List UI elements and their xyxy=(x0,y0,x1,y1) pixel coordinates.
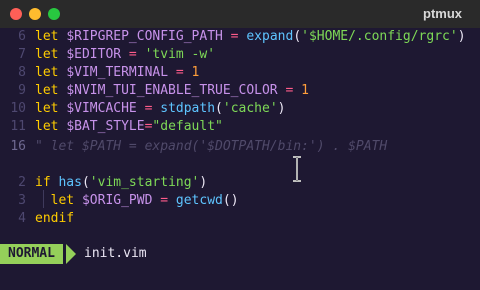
code-token: 'vim_starting' xyxy=(89,175,200,190)
code-token: ( xyxy=(81,175,90,190)
line-number: 6 xyxy=(18,29,26,44)
editor-buffer[interactable]: 6 let $RIPGREP_CONFIG_PATH = expand('$HOM… xyxy=(0,28,480,244)
code-token: ( xyxy=(293,29,302,44)
line-code: let $NVIM_TUI_ENABLE_TRUE_COLOR = 1 xyxy=(35,82,309,100)
code-token: = xyxy=(277,83,302,98)
code-token: let xyxy=(35,47,67,62)
code-token: $VIM_TERMINAL xyxy=(66,65,169,80)
code-token: let xyxy=(35,119,67,134)
status-line: NORMAL init.vim xyxy=(0,244,480,264)
editor-line[interactable]: 7 let $EDITOR = 'tvim -w' xyxy=(0,46,480,64)
editor-line[interactable]: 2 if has('vim_starting') xyxy=(0,174,480,192)
code-token: = xyxy=(136,101,161,116)
code-token: let xyxy=(35,29,67,44)
line-number: 9 xyxy=(18,83,26,98)
file-name: init.vim xyxy=(84,246,147,261)
code-token: 'tvim -w' xyxy=(144,47,216,62)
code-token: "default" xyxy=(152,119,223,134)
code-token: let xyxy=(35,101,67,116)
line-number: 10 xyxy=(10,101,26,116)
code-token: let xyxy=(35,83,67,98)
editor-line[interactable]: 3 let $ORIG_PWD = getcwd() xyxy=(0,192,480,210)
line-number: 3 xyxy=(18,193,26,208)
line-number: 4 xyxy=(18,211,26,226)
editor-line[interactable]: 11 let $BAT_STYLE="default" xyxy=(0,118,480,136)
code-token: expand xyxy=(246,29,294,44)
code-token: $ORIG_PWD xyxy=(81,193,153,208)
line-code: " let $PATH = expand('$DOTPATH/bin:') . … xyxy=(35,138,387,156)
code-token: $VIMCACHE xyxy=(66,101,137,116)
line-number: 2 xyxy=(18,175,26,190)
editor-line[interactable]: 4 endif xyxy=(0,210,480,228)
editor-line[interactable]: 6 let $RIPGREP_CONFIG_PATH = expand('$HOM… xyxy=(0,28,480,46)
code-token: '$HOME/.config/rgrc' xyxy=(301,29,458,44)
code-token: let xyxy=(50,193,82,208)
title-bar[interactable]: ptmux xyxy=(0,0,480,28)
window-title: ptmux xyxy=(423,6,462,21)
code-token: 1 xyxy=(301,83,309,98)
code-token: () xyxy=(222,193,239,208)
code-token: = xyxy=(121,47,145,62)
code-token: if xyxy=(35,175,59,190)
line-code: let $EDITOR = 'tvim -w' xyxy=(35,46,215,64)
editor-line[interactable]: 10 let $VIMCACHE = stdpath('cache') xyxy=(0,100,480,118)
terminal-window: ptmux 6 let $RIPGREP_CONFIG_PATH = expand… xyxy=(0,0,480,290)
line-code: if has('vim_starting') xyxy=(35,174,207,192)
line-number: 16 xyxy=(10,139,26,154)
line-code: let $VIMCACHE = stdpath('cache') xyxy=(35,100,286,118)
mode-indicator: NORMAL xyxy=(0,244,63,264)
line-code: endif xyxy=(35,210,74,228)
code-token: 1 xyxy=(191,65,200,80)
editor-line[interactable]: 8 let $VIM_TERMINAL = 1 xyxy=(0,64,480,82)
code-token: $NVIM_TUI_ENABLE_TRUE_COLOR xyxy=(66,83,278,98)
code-token: getcwd xyxy=(175,193,223,208)
line-code: let $BAT_STYLE="default" xyxy=(35,118,223,136)
code-token: stdpath xyxy=(160,101,216,116)
code-token: ( xyxy=(215,101,223,116)
line-code: let $ORIG_PWD = getcwd() xyxy=(35,192,239,210)
editor-line[interactable]: 16 " let $PATH = expand('$DOTPATH/bin:') … xyxy=(0,138,480,156)
code-token: $BAT_STYLE xyxy=(66,119,145,134)
code-token: " let $PATH = expand('$DOTPATH/bin:') . … xyxy=(35,139,388,154)
code-token: = xyxy=(222,29,247,44)
code-token: endif xyxy=(35,211,75,226)
code-token: $RIPGREP_CONFIG_PATH xyxy=(66,29,223,44)
line-code: let $RIPGREP_CONFIG_PATH = expand('$HOME… xyxy=(35,28,466,46)
code-token: has xyxy=(58,175,82,190)
code-token: 'cache' xyxy=(222,101,278,116)
line-number: 8 xyxy=(18,65,26,80)
editor-line[interactable]: 9 let $NVIM_TUI_ENABLE_TRUE_COLOR = 1 xyxy=(0,82,480,100)
code-token: $EDITOR xyxy=(66,47,122,62)
line-code: let $VIM_TERMINAL = 1 xyxy=(35,64,199,82)
line-number: 7 xyxy=(18,47,26,62)
code-token: ) xyxy=(277,101,286,116)
code-token: ) xyxy=(199,175,208,190)
line-number: 11 xyxy=(10,119,26,134)
code-token: ) xyxy=(457,29,466,44)
maximize-window-button[interactable] xyxy=(48,8,60,20)
code-token: = xyxy=(168,65,192,80)
close-window-button[interactable] xyxy=(10,8,22,20)
mode-separator-arrow-icon xyxy=(66,244,76,264)
code-token: let xyxy=(35,65,67,80)
minimize-window-button[interactable] xyxy=(29,8,41,20)
code-token: = xyxy=(152,193,176,208)
